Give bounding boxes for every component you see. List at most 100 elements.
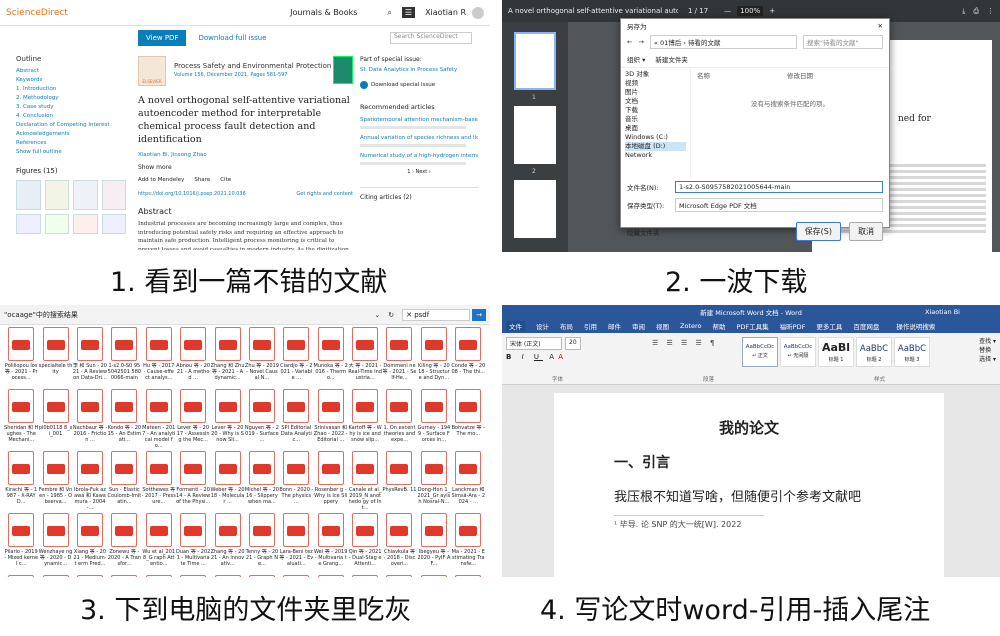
back-icon[interactable]: ← <box>627 38 632 46</box>
pdf-file[interactable]: Zhu 等 - 2019 - Novel Causal N... <box>245 327 279 387</box>
pdf-file[interactable]: Ibegyeu 等 - 2020 - PyIF A F... <box>417 513 451 573</box>
more-icon[interactable]: ⋮ <box>987 7 994 15</box>
pdf-file[interactable]: Bohvatze 等 - The mo... <box>451 389 485 449</box>
pdf-file[interactable]: Assaad 等 - ... <box>451 575 485 577</box>
pdf-file[interactable]: Chiavkula 等 - 2018 - Discoveri... <box>382 513 416 573</box>
ribbon-tab[interactable]: 帮助 <box>712 321 725 331</box>
pagination[interactable]: 1 › Next › <box>360 169 478 175</box>
search-input[interactable]: ✕ psdf <box>402 308 471 321</box>
ribbon-tab[interactable]: 设计 <box>536 321 549 331</box>
print-icon[interactable]: ⎙ <box>973 7 979 16</box>
pdf-file[interactable]: 曾 等 - 2021 - 基... <box>38 575 72 577</box>
pdf-file[interactable]: Tenny 等 - 2021 - Graph Ne... <box>245 513 279 573</box>
pdf-file[interactable]: Gurney - 1949 - Surface Forces in... <box>417 389 451 449</box>
replace-button[interactable]: 替换 <box>979 346 996 355</box>
pdf-file[interactable]: Marazopo ulou 等 - ... <box>4 575 38 577</box>
breadcrumb[interactable]: "ocaage"中的搜索结果 <box>4 310 78 320</box>
pdf-file[interactable]: Wu et al_2018_G raph Attentio... <box>142 513 176 573</box>
pdf-file[interactable]: Wenzhaye ng 等 - 2020 - Dynamic... <box>38 513 72 573</box>
pdf-file[interactable]: 大 等 - 2021 - Real-Time Industria... <box>348 327 382 387</box>
style-option[interactable]: AaBbCcDc ↵ 无间隔 <box>780 337 816 367</box>
ribbon-tab[interactable]: 引用 <box>584 321 597 331</box>
ribbon-tab[interactable]: PDF工具集 <box>736 321 768 331</box>
pdf-file[interactable]: Ma - 2021 - Estimating Transfe... <box>451 513 485 573</box>
doc-body[interactable]: 我压根不知道写啥，但随便引个参考文献吧 <box>614 486 884 505</box>
ribbon-tab[interactable]: Zotero <box>680 322 701 330</box>
pdf-file[interactable]: PhysRevB. 11 <box>382 451 417 511</box>
sd-user[interactable]: Xiaotian R <box>425 8 466 17</box>
pdf-file[interactable]: Canale et al_2019_N anothedo gy of Int..… <box>348 451 382 511</box>
filetype-select[interactable]: Microsoft Edge PDF 文档 <box>675 198 883 212</box>
recommended-item[interactable]: Numerical study of a high-hydrogen inter… <box>360 153 478 165</box>
pdf-file[interactable]: Duan 等 - 2021 - Multivaria te Time ... <box>176 513 210 573</box>
close-icon[interactable]: ✕ <box>878 22 883 30</box>
pdf-file[interactable]: Qin 等 - 2021 - Dual-Stag e Attenti... <box>348 513 382 573</box>
style-option[interactable]: AaBbC 标题 2 <box>856 337 892 367</box>
ribbon-tab[interactable]: 百度网盘 <box>853 321 879 331</box>
pdf-file[interactable]: Tian 等 - 2020 - ... <box>314 575 348 577</box>
refresh-icon[interactable]: ↻ <box>388 311 394 319</box>
pdf-file[interactable]: Lever 等 - 2017 - Assessing the Mec... <box>176 389 210 449</box>
pdf-file[interactable]: Pilario - 2019 - Mixed kernel c... <box>4 513 38 573</box>
view-pdf-button[interactable]: View PDF <box>138 30 187 46</box>
doc-title[interactable]: 我的论文 <box>614 417 884 438</box>
recommended-title[interactable]: Spatiotemporal attention mechanism-based… <box>360 117 478 123</box>
page-thumbnail[interactable] <box>514 32 556 90</box>
pdf-file[interactable]: Dommeni ne 等 - 2021 - Self-He... <box>382 327 416 387</box>
pdf-file[interactable]: Wei 等 - 2019 - Multivaria te Grang... <box>314 513 348 573</box>
pdf-file[interactable]: Hu 等 - 2017 - Cause-effe ct analys... <box>142 327 176 387</box>
ribbon-tab[interactable]: 福昕PDF <box>780 321 806 331</box>
outline-item[interactable]: 1. Introduction <box>16 85 126 94</box>
pdf-file[interactable]: Nguyen 等 - 2019 - Surface ... <box>245 389 279 449</box>
nav-item[interactable]: 本地磁盘 (D:) <box>625 142 686 151</box>
pdf-file[interactable]: pl0b0118 8_si_001 <box>38 389 72 449</box>
download-icon[interactable]: ⤓ <box>962 7 965 16</box>
nav-item[interactable]: 视频 <box>625 79 686 88</box>
zoom-in-icon[interactable]: + <box>769 7 775 15</box>
cite-button[interactable]: Cite <box>220 177 231 183</box>
special-issue-link[interactable]: SI: Data Analytics in Process Safety <box>360 67 478 73</box>
page-indicator[interactable]: 1 / 17 <box>688 7 708 15</box>
zoom-out-icon[interactable]: — <box>724 7 731 15</box>
download-special-issue[interactable]: Download special issue <box>360 81 478 89</box>
style-option[interactable]: AaBbCcDc ↵ 正文 <box>742 337 778 367</box>
format-buttons[interactable]: B I U AA <box>506 353 567 361</box>
ribbon-tab[interactable]: 更多工具 <box>816 321 842 331</box>
pdf-file[interactable]: Abnou 等 - 2021 - A method ... <box>176 327 210 387</box>
nav-item[interactable]: Windows (C:) <box>625 133 686 142</box>
figure-thumbnails[interactable] <box>16 180 126 210</box>
pdf-file[interactable]: Peters 等 - ... <box>176 575 210 577</box>
pdf-file[interactable]: Kiling 等 - 2018 - Structure and Dyn... <box>417 327 451 387</box>
search-input[interactable]: 搜索"待看的文献" <box>803 35 883 49</box>
nav-item[interactable]: 3D 对象 <box>625 70 686 79</box>
pdf-file[interactable]: Hyvarinen 等 - ... <box>210 575 244 577</box>
outline-item[interactable]: 4. Conclusion <box>16 112 126 121</box>
menu-icon[interactable]: ☰ <box>401 7 416 18</box>
pdf-file[interactable]: Mateen - 2017 - An analytical model fo..… <box>142 389 176 449</box>
pdf-file[interactable]: Zhang 等 - 2021 - An innovativ... <box>210 513 245 573</box>
pdf-file[interactable]: Weber 等 - 2018 - Molecular ... <box>210 451 245 511</box>
pdf-file[interactable]: Kartoff 等 - Why is ice and snow slip... <box>348 389 382 449</box>
show-more[interactable]: Show more <box>138 164 353 171</box>
hide-folders-toggle[interactable]: 隐藏文件夹 <box>627 227 660 237</box>
recommended-item[interactable]: Annual variation of species richness and… <box>360 135 478 147</box>
pdf-file[interactable]: Rosenber g - Why is Ice Slippery <box>314 451 348 511</box>
pdf-file[interactable]: Conde 等 - 2008 - The thi... <box>451 327 485 387</box>
outline-item[interactable]: Keywords <box>16 76 126 85</box>
authors[interactable]: Xiaotian Bi, Jinsong Zhao <box>138 152 353 158</box>
save-button[interactable]: 保存(S) <box>795 222 841 241</box>
ribbon-tab[interactable]: 邮件 <box>608 321 621 331</box>
ribbon-tab[interactable]: 文件 <box>506 321 525 331</box>
pdf-file[interactable]: 1. On excent theories and expe... <box>382 389 416 449</box>
pdf-file[interactable]: Deshpand e 等 - ... <box>107 575 141 577</box>
outline-item[interactable]: 3. Case study <box>16 103 126 112</box>
ribbon-tab[interactable]: 布局 <box>560 321 573 331</box>
pdf-file[interactable]: Schaechtl e 等 - ... <box>279 575 313 577</box>
pdf-file[interactable]: Fembre 和 Vnen - 1985 - Observa... <box>38 451 72 511</box>
page-thumbnail[interactable] <box>514 180 556 238</box>
mendeley-button[interactable]: Add to Mendeley <box>138 177 184 183</box>
pdf-file[interactable]: Sinker 和 Hoam - ... <box>417 575 451 577</box>
outline-item[interactable]: 2. Methodology <box>16 94 126 103</box>
pdf-file[interactable]: Srinivasan 和 Zhao - 2022 - Editorial ... <box>314 389 348 449</box>
forward-icon[interactable]: → <box>638 38 643 46</box>
